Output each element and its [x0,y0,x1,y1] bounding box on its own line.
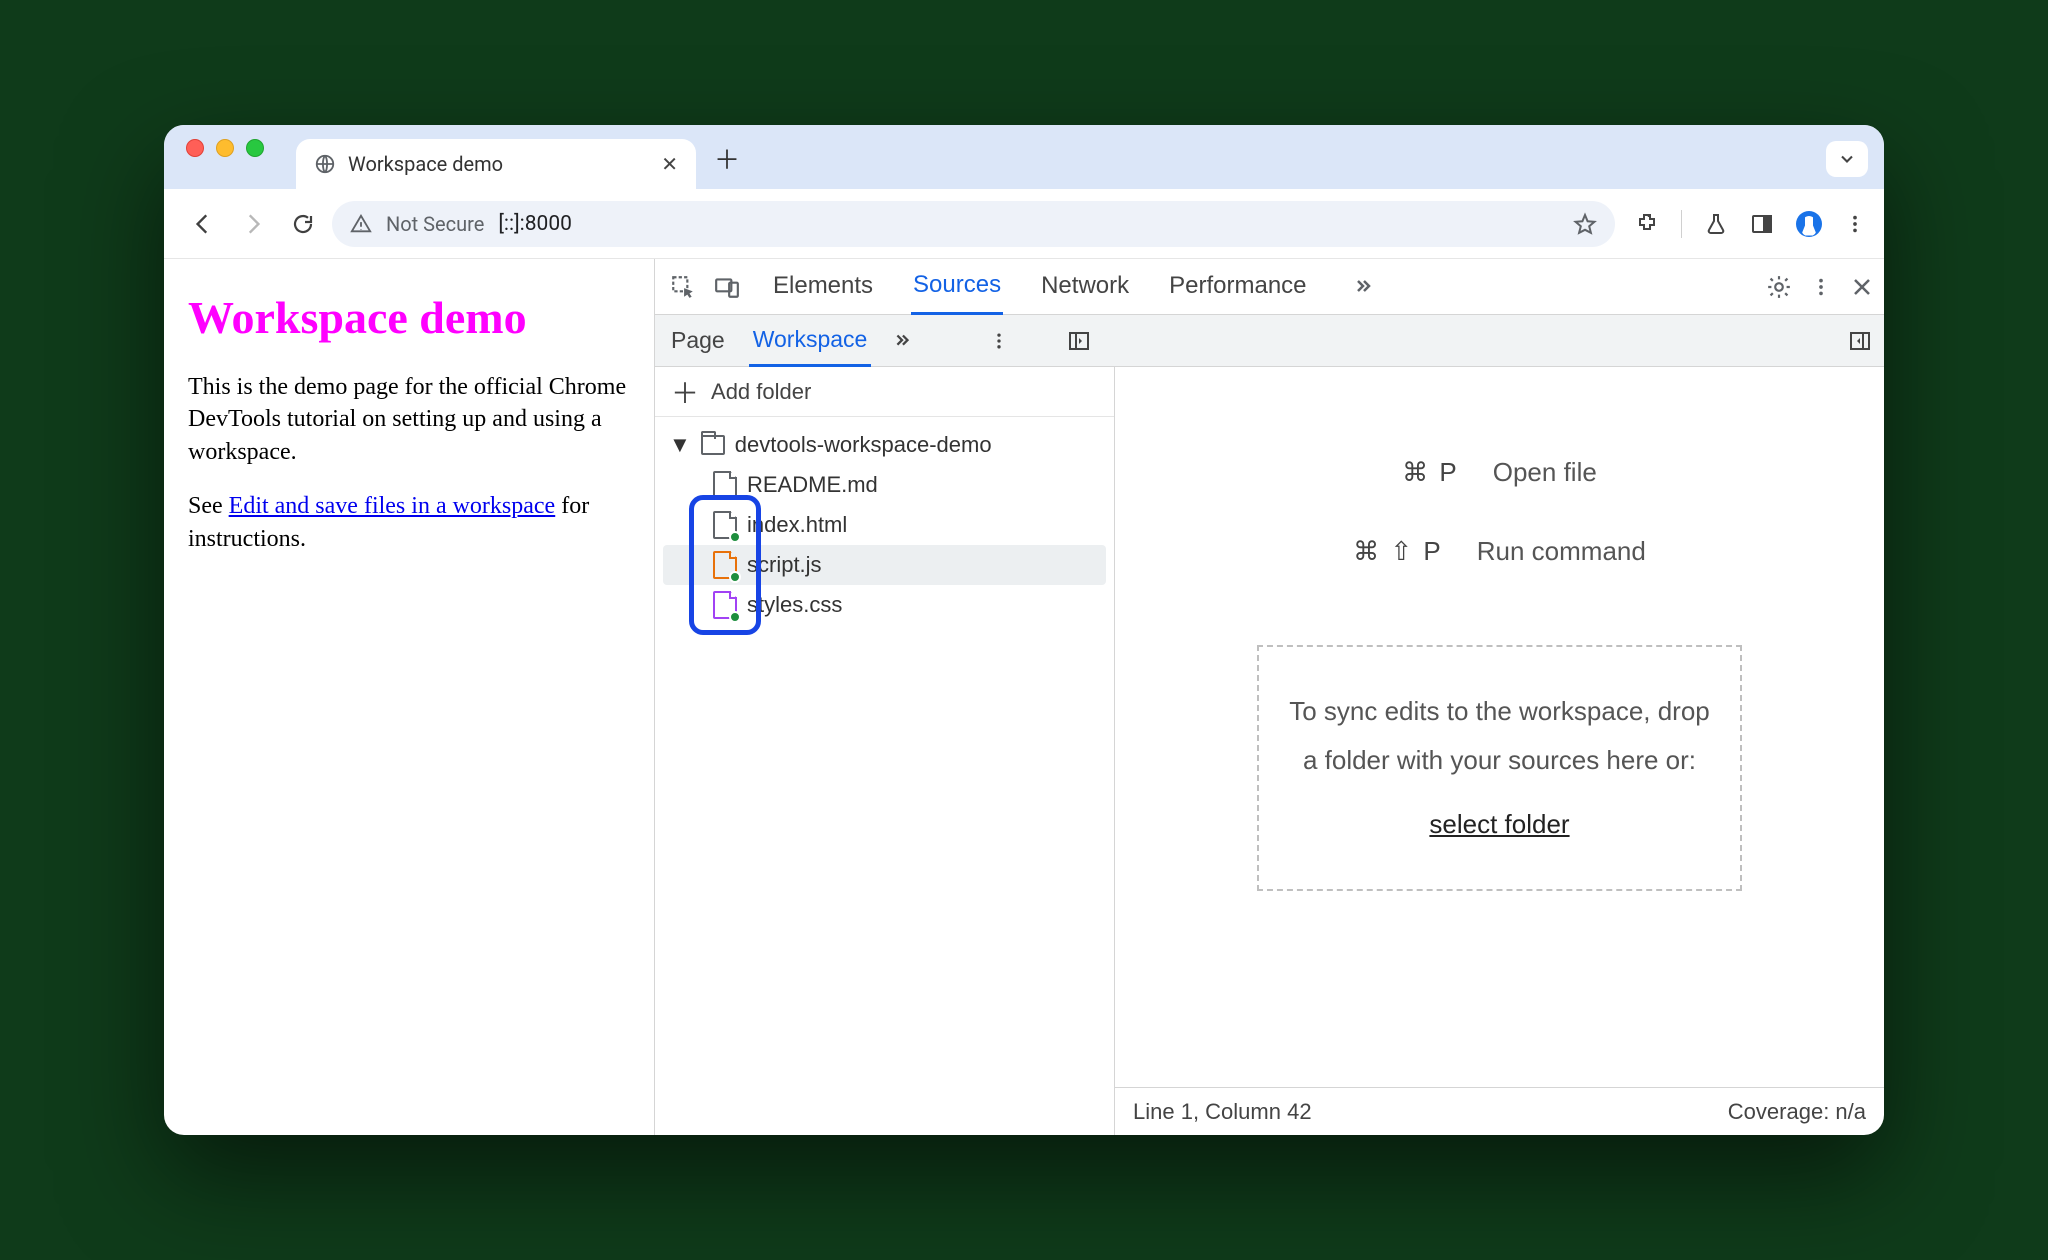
new-tab-button[interactable]: ＋ [714,140,740,177]
kbd-run-command: ⌘ ⇧ P [1353,536,1443,567]
browser-window: Workspace demo ✕ ＋ Not Secure [::]:8000 [164,125,1884,1135]
globe-icon [314,153,336,175]
devtools-tabs: Elements Sources Network Performance [771,259,1758,315]
plus-icon: ＋ [671,372,699,412]
file-icon-css [713,591,737,619]
hint-cmd-label: Run command [1477,536,1646,567]
devtools-right-controls [1766,274,1874,300]
content-area: Workspace demo This is the demo page for… [164,259,1884,1135]
more-tabs-icon[interactable] [1345,269,1381,305]
file-name: styles.css [747,592,842,618]
subtab-kebab-icon[interactable] [989,331,1009,351]
tab-title: Workspace demo [348,152,503,176]
page-heading: Workspace demo [188,287,630,349]
kbd-open-file: ⌘ P [1402,457,1459,488]
tab-sources[interactable]: Sources [911,259,1003,315]
back-button[interactable] [182,203,224,245]
dropzone-line2: a folder with your sources here or: [1289,736,1710,785]
devtools-kebab-icon[interactable] [1810,276,1832,298]
minimize-window-button[interactable] [216,139,234,157]
extensions-icon[interactable] [1635,212,1659,236]
device-toggle-icon[interactable] [709,269,745,305]
add-folder-label: Add folder [711,379,811,405]
close-window-button[interactable] [186,139,204,157]
tab-elements[interactable]: Elements [771,260,875,313]
hint-run-command: ⌘ ⇧ P Run command [1353,536,1646,567]
folder-icon [701,435,725,455]
tab-network[interactable]: Network [1039,260,1131,313]
dropzone-line1: To sync edits to the workspace, drop [1289,687,1710,736]
toolbar: Not Secure [::]:8000 [164,189,1884,259]
devtools-close-icon[interactable] [1850,275,1874,299]
devtools-body: ＋ Add folder ▼ devtools-workspace-demo R [655,367,1884,1135]
hint-open-label: Open file [1493,457,1597,488]
file-name: script.js [747,552,822,578]
show-debugger-icon[interactable] [1848,329,1872,353]
file-name: README.md [747,472,878,498]
show-navigator-icon[interactable] [1067,329,1091,353]
editor-pane: ⌘ P Open file ⌘ ⇧ P Run command To sync … [1115,367,1884,1135]
panel-icon[interactable] [1750,212,1774,236]
settings-gear-icon[interactable] [1766,274,1792,300]
tab-strip: Workspace demo ✕ ＋ [164,125,1884,189]
file-name: index.html [747,512,847,538]
devtools-panel: Elements Sources Network Performance [654,259,1884,1135]
subtab-workspace[interactable]: Workspace [749,315,872,367]
reload-button[interactable] [282,203,324,245]
tree-file-styles[interactable]: styles.css [663,585,1106,625]
select-folder-link[interactable]: select folder [1429,809,1569,839]
traffic-lights [180,139,274,175]
warning-icon [350,213,372,235]
tab-performance[interactable]: Performance [1167,260,1308,313]
file-icon [713,471,737,499]
close-tab-icon[interactable]: ✕ [661,152,678,176]
devtools-top-bar: Elements Sources Network Performance [655,259,1884,315]
tree-file-index[interactable]: index.html [663,505,1106,545]
kebab-menu-icon[interactable] [1844,213,1866,235]
page-see-text: See [188,493,229,519]
editor-statusbar: Line 1, Column 42 Coverage: n/a [1115,1087,1884,1135]
maximize-window-button[interactable] [246,139,264,157]
subtab-page[interactable]: Page [667,316,729,365]
cursor-position: Line 1, Column 42 [1133,1099,1312,1125]
workspace-dropzone[interactable]: To sync edits to the workspace, drop a f… [1257,645,1742,891]
hint-open-file: ⌘ P Open file [1402,457,1597,488]
url-text: [::]:8000 [498,212,572,236]
folder-name: devtools-workspace-demo [735,432,992,458]
address-bar[interactable]: Not Secure [::]:8000 [332,201,1615,247]
editor-hints: ⌘ P Open file ⌘ ⇧ P Run command To sync … [1115,367,1884,1087]
divider [1681,210,1682,238]
tree-file-script[interactable]: script.js [663,545,1106,585]
file-icon-js [713,551,737,579]
tree-file-readme[interactable]: README.md [663,465,1106,505]
forward-button[interactable] [232,203,274,245]
browser-tab[interactable]: Workspace demo ✕ [296,139,696,189]
tree-folder[interactable]: ▼ devtools-workspace-demo [663,425,1106,465]
lab-icon[interactable] [1704,212,1728,236]
tutorial-link[interactable]: Edit and save files in a workspace [229,493,556,519]
file-tree: ▼ devtools-workspace-demo README.md [655,417,1114,633]
rendered-page: Workspace demo This is the demo page for… [164,259,654,1135]
subtab-more-icon[interactable] [891,330,913,352]
sources-subbar: Page Workspace [655,315,1884,367]
toolbar-right-icons [1623,210,1866,238]
security-label: Not Secure [386,212,484,236]
file-icon-html [713,511,737,539]
inspect-icon[interactable] [665,269,701,305]
profile-avatar[interactable] [1796,211,1822,237]
expand-dropdown-button[interactable] [1826,141,1868,177]
coverage-status: Coverage: n/a [1728,1099,1866,1125]
disclosure-triangle-icon[interactable]: ▼ [669,432,691,458]
page-paragraph-1: This is the demo page for the official C… [188,371,630,468]
add-folder-button[interactable]: ＋ Add folder [655,367,1114,417]
bookmark-icon[interactable] [1573,212,1597,236]
page-paragraph-2: See Edit and save files in a workspace f… [188,490,630,555]
file-navigator: ＋ Add folder ▼ devtools-workspace-demo R [655,367,1115,1135]
